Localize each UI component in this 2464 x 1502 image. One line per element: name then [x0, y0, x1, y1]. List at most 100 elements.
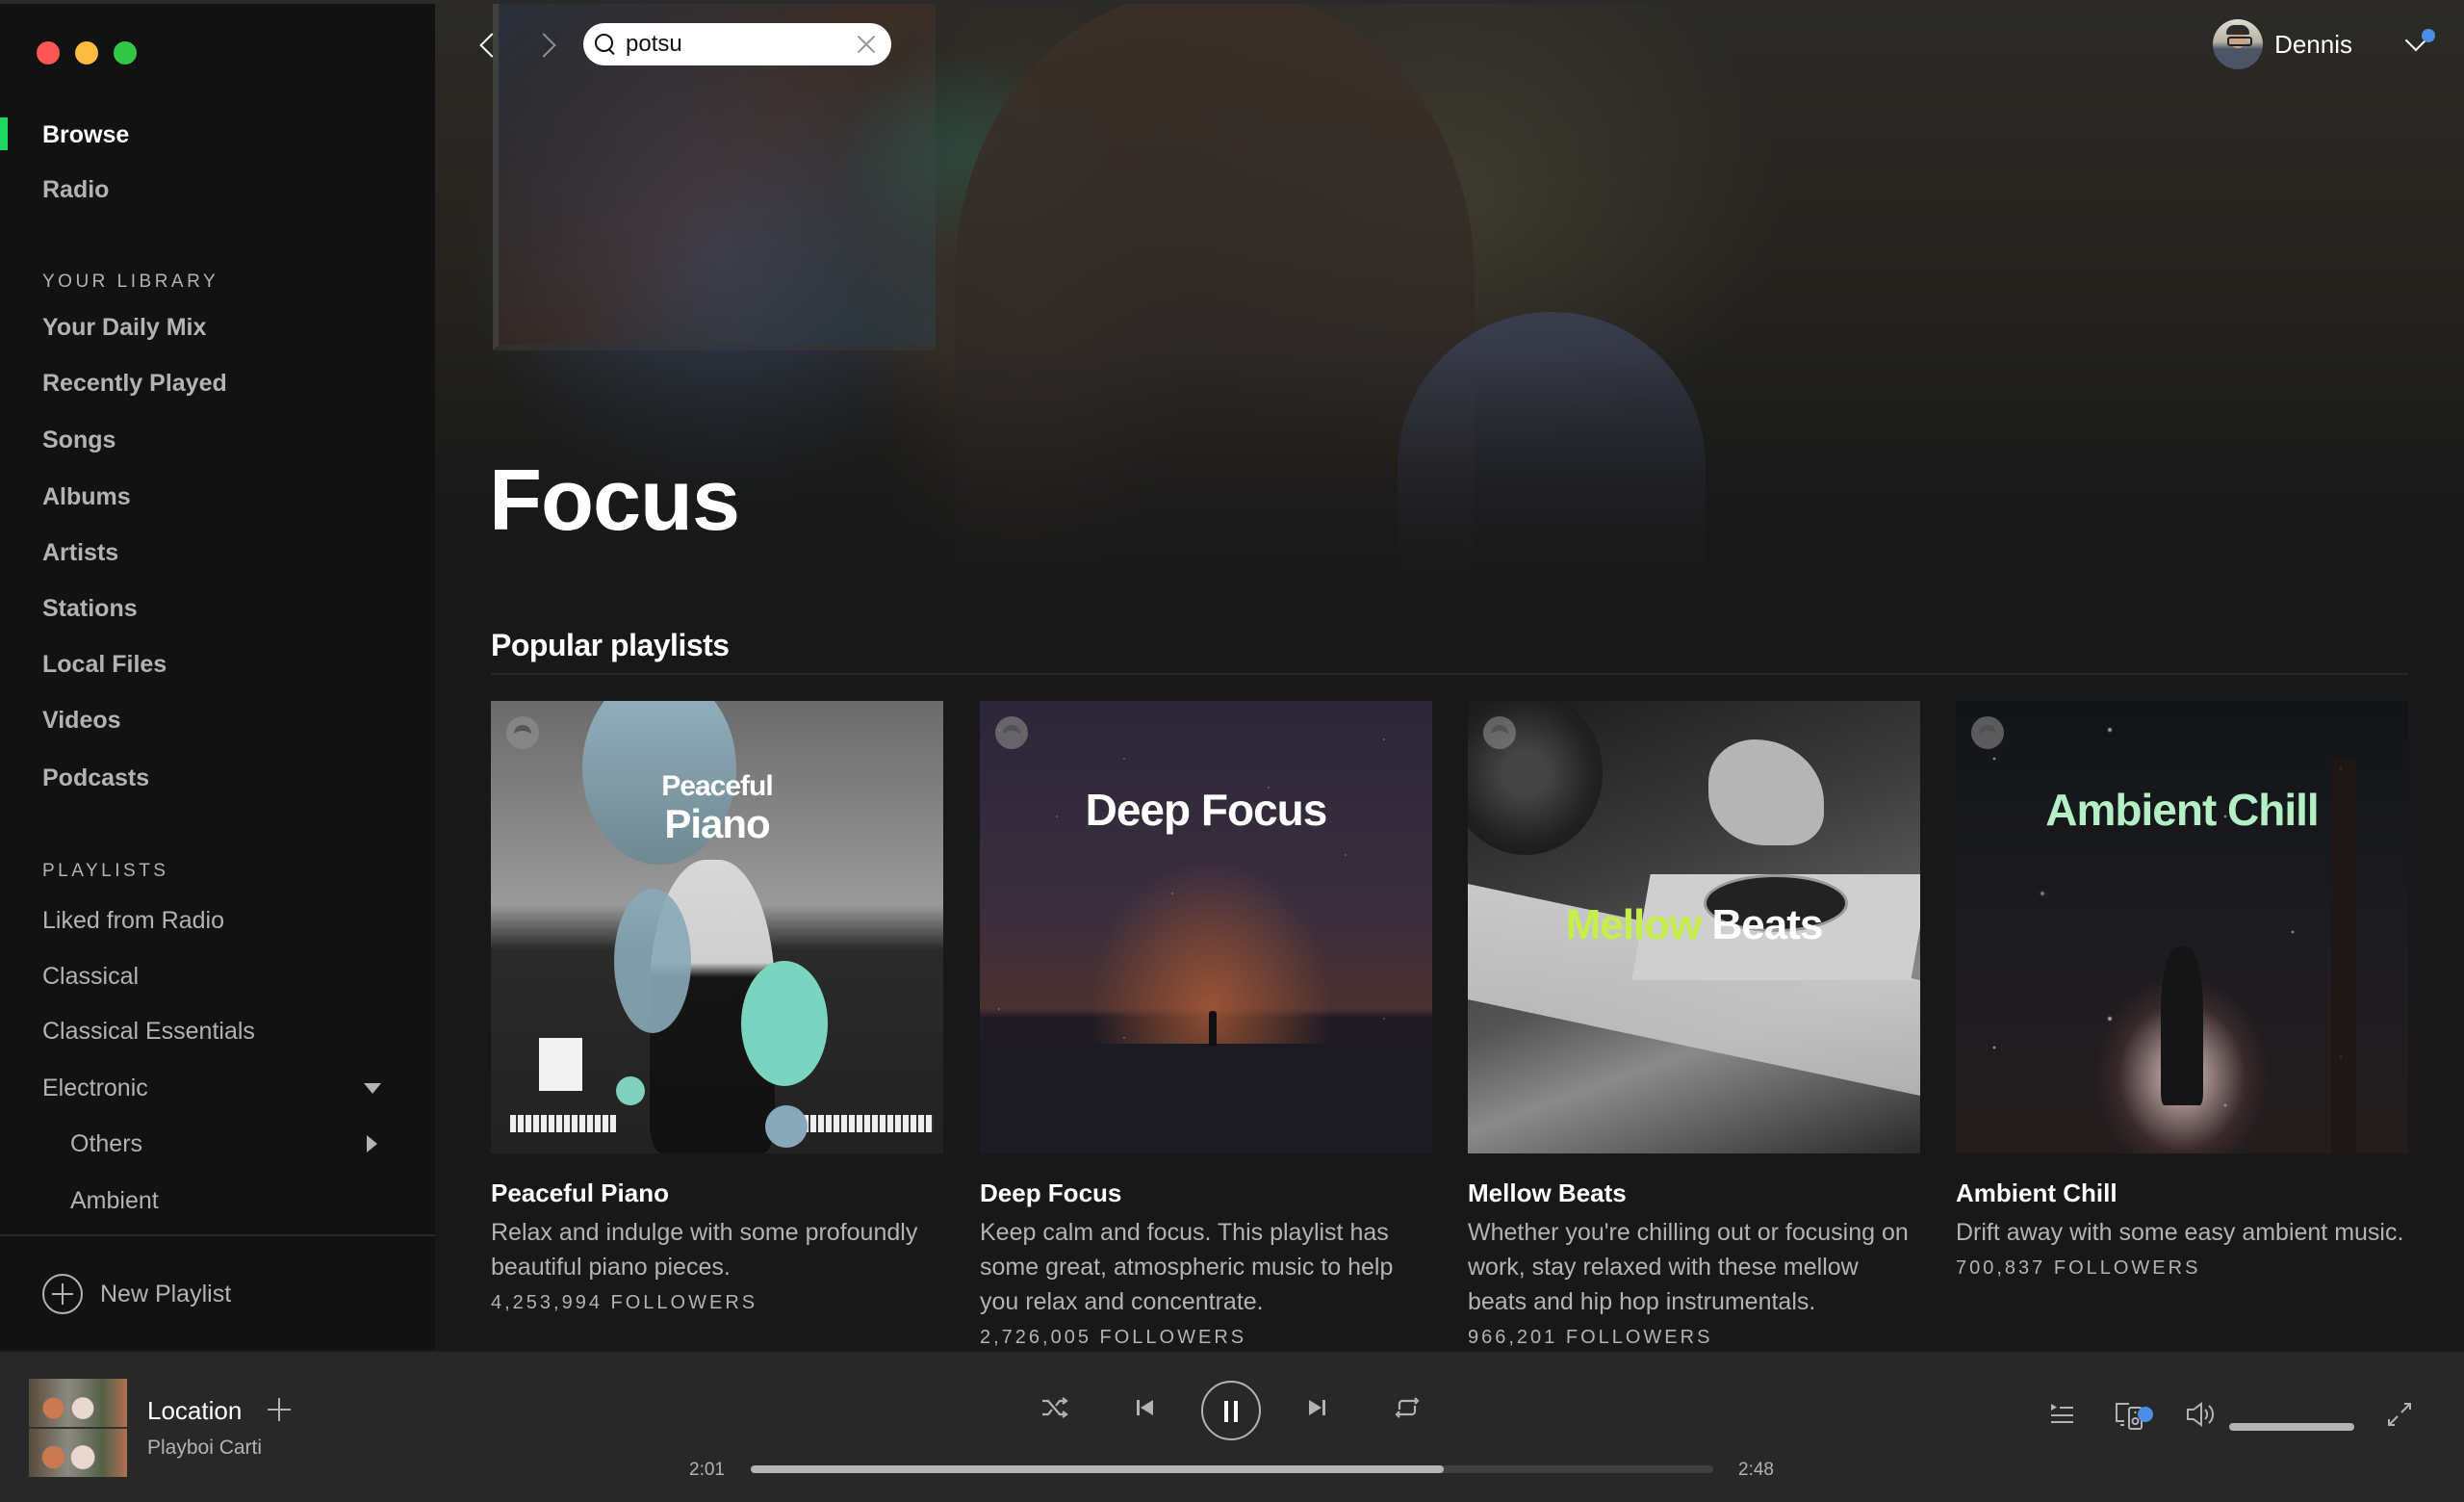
playlist-card[interactable]: Ambient Chill Ambient Chill Drift away w… [1956, 701, 2408, 1282]
fullscreen-icon[interactable] [2385, 1400, 2414, 1434]
avatar [2213, 19, 2264, 69]
cover-shape [741, 961, 828, 1086]
search-input[interactable] [626, 31, 847, 58]
sidebar-item-stations[interactable]: Stations [42, 594, 138, 623]
previous-track-icon[interactable] [1132, 1390, 1159, 1425]
active-device-dot [2138, 1407, 2153, 1422]
playlist-label: Electronic [42, 1075, 148, 1101]
sidebar: Browse Radio YOUR LIBRARY Your Daily Mix… [0, 4, 435, 1350]
playlist-title[interactable]: Mellow Beats [1468, 1178, 1920, 1207]
cover-text-part: Beats [1711, 901, 1824, 948]
sidebar-item-artists[interactable]: Artists [42, 538, 118, 567]
playlist-description: Whether you're chilling out or focusing … [1468, 1219, 1909, 1315]
playlist-cover[interactable]: Ambient Chill [1956, 701, 2408, 1153]
cover-text: Ambient Chill [2045, 785, 2319, 835]
now-playing-title[interactable]: Location [147, 1396, 242, 1426]
sidebar-item-daily-mix[interactable]: Your Daily Mix [42, 313, 206, 342]
zoom-window-button[interactable] [114, 41, 137, 65]
playlist-item[interactable]: Liked from Radio [42, 906, 381, 935]
new-playlist-label: New Playlist [100, 1280, 232, 1308]
now-playing-artist[interactable]: Playboi Carti [147, 1437, 262, 1460]
minimize-window-button[interactable] [75, 41, 98, 65]
sidebar-item-browse[interactable]: Browse [42, 120, 129, 149]
pause-button[interactable] [1201, 1381, 1261, 1440]
queue-icon[interactable] [2048, 1400, 2077, 1434]
playlist-folder-others[interactable]: Others [70, 1129, 381, 1158]
volume-slider[interactable] [2229, 1423, 2354, 1431]
playlist-label: Others [70, 1130, 143, 1157]
cover-figure [2161, 946, 2203, 1105]
playlist-title[interactable]: Deep Focus [980, 1178, 1432, 1207]
sidebar-item-videos[interactable]: Videos [42, 706, 121, 735]
sidebar-divider [0, 1234, 435, 1236]
sidebar-item-radio[interactable]: Radio [42, 175, 109, 204]
active-indicator [0, 117, 8, 150]
playlist-followers: 966,201 FOLLOWERS [1468, 1327, 1713, 1348]
progress-bar[interactable] [751, 1465, 1713, 1473]
window-top-edge [0, 0, 2464, 4]
playlists-heading: PLAYLISTS [42, 861, 169, 881]
search-box [583, 23, 891, 65]
next-track-icon[interactable] [1303, 1390, 1330, 1425]
sidebar-item-recently-played[interactable]: Recently Played [42, 369, 227, 398]
playlist-description: Drift away with some easy ambient music. [1956, 1219, 2404, 1246]
section-divider [491, 673, 2408, 675]
now-playing-album-art[interactable] [29, 1379, 127, 1477]
shuffle-icon[interactable] [1040, 1390, 1070, 1425]
playlist-cover[interactable]: Mellow Beats [1468, 701, 1920, 1153]
playlist-title[interactable]: Ambient Chill [1956, 1178, 2408, 1207]
search-icon [595, 34, 616, 55]
playlist-title[interactable]: Peaceful Piano [491, 1178, 943, 1207]
clear-search-icon[interactable] [857, 35, 876, 54]
playlist-item[interactable]: Classical Essentials [42, 1017, 381, 1046]
spotify-logo-icon [1483, 716, 1516, 749]
playlist-card[interactable]: Deep Focus Deep Focus Keep calm and focu… [980, 701, 1432, 1350]
cover-shape [539, 1038, 582, 1091]
hero-fade [435, 350, 2464, 620]
caret-down-icon[interactable] [364, 1083, 381, 1094]
playlist-followers: 2,726,005 FOLLOWERS [980, 1327, 1247, 1348]
cover-ground [980, 1044, 1432, 1153]
playlist-folder-electronic[interactable]: Electronic [42, 1074, 381, 1102]
progress-fill [751, 1465, 1444, 1473]
add-to-library-icon[interactable] [268, 1398, 291, 1421]
cover-hand [1708, 739, 1824, 845]
playlist-description: Keep calm and focus. This playlist has s… [980, 1219, 1394, 1315]
main-content: Dennis Focus Popular playlists Peaceful … [435, 4, 2464, 1350]
playlist-followers: 700,837 FOLLOWERS [1956, 1257, 2201, 1279]
playlist-card[interactable]: Peaceful Piano Peaceful Piano Relax and … [491, 701, 943, 1317]
close-window-button[interactable] [37, 41, 60, 65]
playlist-label: Ambient [70, 1187, 159, 1214]
plus-circle-icon [42, 1274, 83, 1314]
spotify-logo-icon [1971, 716, 2004, 749]
sidebar-item-podcasts[interactable]: Podcasts [42, 764, 149, 792]
repeat-icon[interactable] [1392, 1390, 1423, 1425]
cover-text-part: Mellow [1565, 901, 1703, 948]
playlist-label: Classical [42, 963, 140, 990]
user-profile[interactable]: Dennis [2213, 19, 2352, 69]
sidebar-item-albums[interactable]: Albums [42, 482, 131, 511]
new-playlist-button[interactable]: New Playlist [42, 1273, 231, 1315]
cover-piano-keys [510, 1115, 616, 1132]
volume-icon[interactable] [2185, 1400, 2216, 1434]
playlist-card[interactable]: Mellow Beats Mellow Beats Whether you're… [1468, 701, 1920, 1350]
playlist-label: Classical Essentials [42, 1018, 255, 1045]
total-time: 2:48 [1738, 1460, 1774, 1480]
forward-arrow-icon[interactable] [531, 29, 560, 62]
playlist-description: Relax and indulge with some profoundly b… [491, 1219, 918, 1281]
playlist-cover[interactable]: Peaceful Piano [491, 701, 943, 1153]
playlist-item[interactable]: Ambient [70, 1186, 381, 1215]
user-name: Dennis [2274, 29, 2352, 59]
playlist-item[interactable]: Classical [42, 962, 381, 991]
library-heading: YOUR LIBRARY [42, 272, 219, 292]
cover-shape [614, 889, 691, 1033]
elapsed-time: 2:01 [689, 1460, 725, 1480]
back-arrow-icon[interactable] [474, 29, 502, 62]
sidebar-item-local-files[interactable]: Local Files [42, 650, 167, 679]
spotify-logo-icon [995, 716, 1028, 749]
sidebar-item-songs[interactable]: Songs [42, 426, 116, 454]
caret-right-icon[interactable] [367, 1135, 377, 1152]
cover-figure [1209, 1011, 1217, 1046]
playlist-followers: 4,253,994 FOLLOWERS [491, 1292, 758, 1313]
playlist-cover[interactable]: Deep Focus [980, 701, 1432, 1153]
